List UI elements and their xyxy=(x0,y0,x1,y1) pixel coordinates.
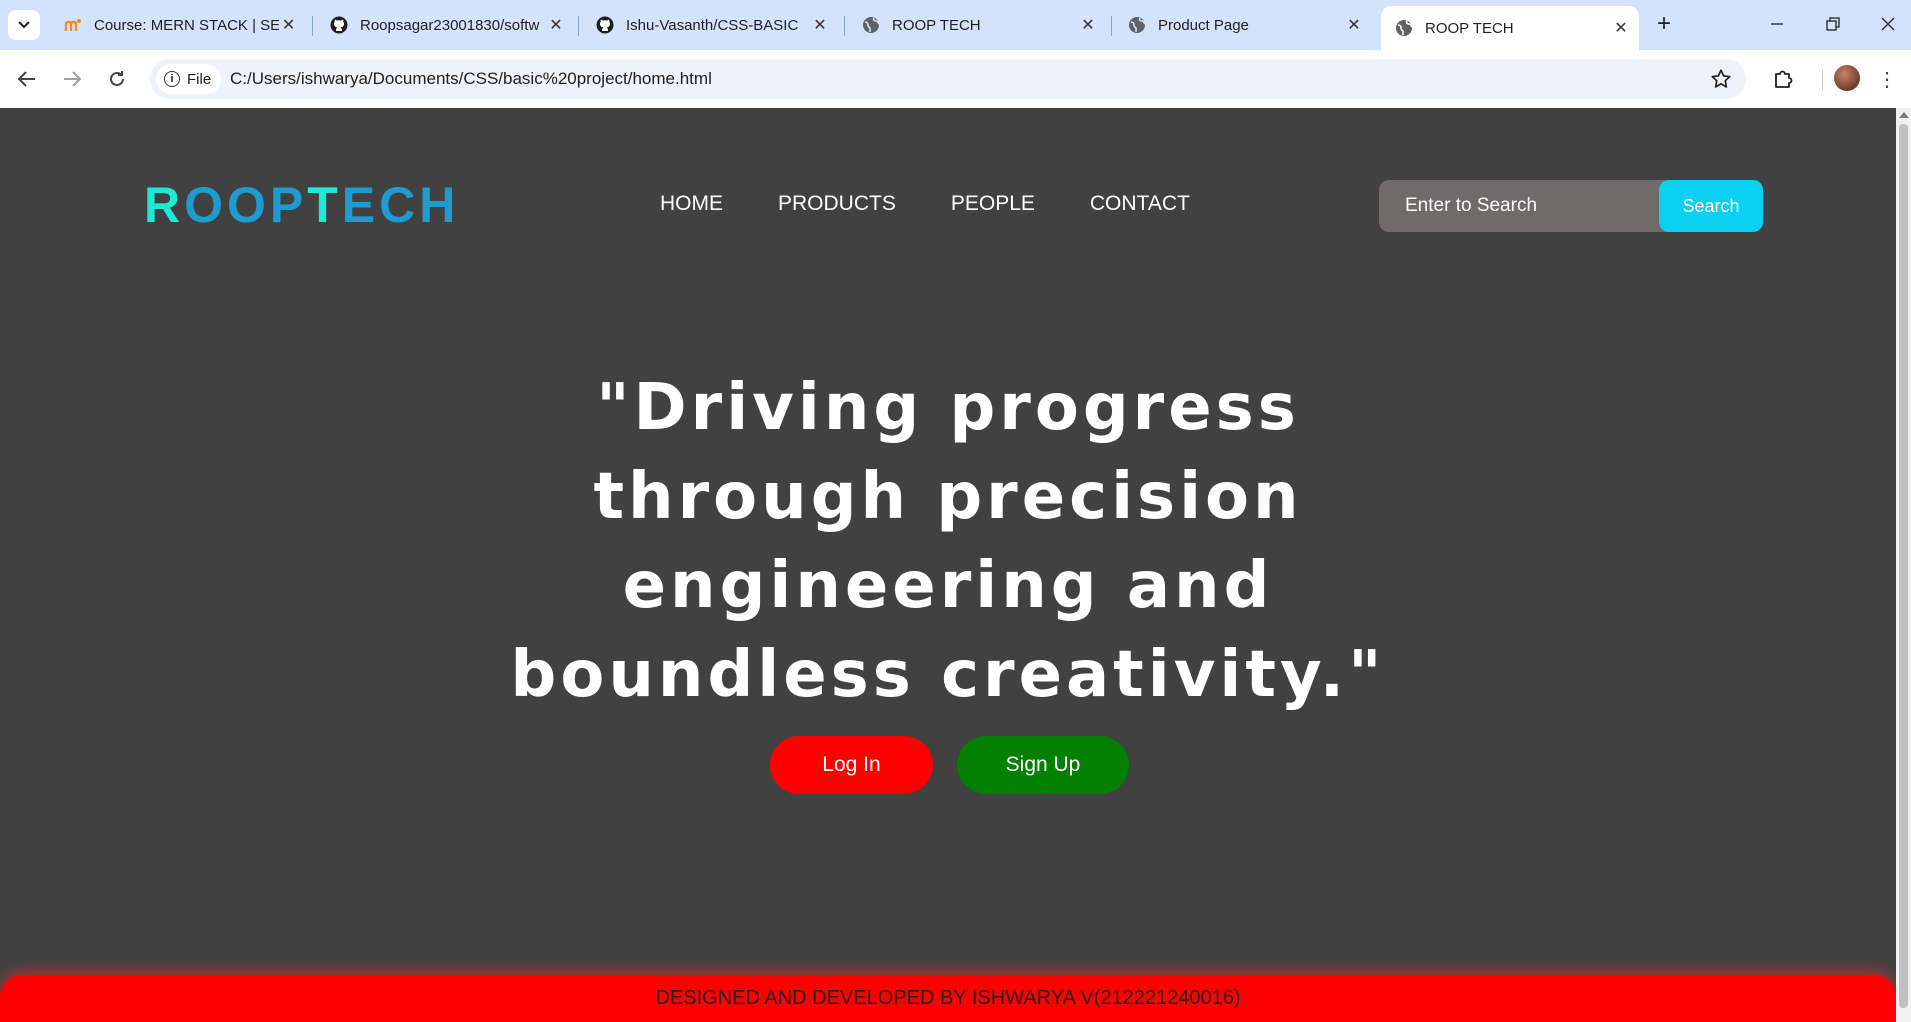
back-button[interactable] xyxy=(10,62,44,96)
nav-contact[interactable]: CONTACT xyxy=(1090,192,1190,216)
github-icon xyxy=(596,16,614,34)
plus-icon: + xyxy=(1656,10,1671,37)
globe-icon xyxy=(1395,19,1413,37)
nav-people[interactable]: PEOPLE xyxy=(951,192,1035,216)
bookmark-star-icon[interactable] xyxy=(1710,68,1732,90)
logo-part: R xyxy=(144,177,185,233)
site-info-chip[interactable]: i File xyxy=(156,64,222,94)
tab-title: ROOP TECH xyxy=(1425,19,1514,37)
browser-tab-bar: Course: MERN STACK | SEC ✕ Roopsagar2300… xyxy=(0,0,1911,50)
minimize-icon xyxy=(1771,23,1783,25)
tab-roop-tech-active[interactable]: ROOP TECH ✕ xyxy=(1381,6,1639,50)
page-scrollbar[interactable] xyxy=(1896,108,1911,1022)
tab-title: Ishu-Vasanth/CSS-BASIC xyxy=(626,16,799,34)
tab-title: ROOP TECH xyxy=(892,16,981,34)
close-icon xyxy=(1881,17,1895,31)
close-icon[interactable]: ✕ xyxy=(279,15,298,35)
nav-products[interactable]: PRODUCTS xyxy=(778,192,896,216)
logo-part: ECH xyxy=(341,177,460,233)
hero-quote: "Driving progress through precision engi… xyxy=(498,364,1398,720)
reload-button[interactable] xyxy=(100,62,134,96)
close-icon[interactable]: ✕ xyxy=(1611,18,1631,38)
hero-line: boundless creativity." xyxy=(510,638,1386,712)
tab-github-roopsagar[interactable]: Roopsagar23001830/softw ✕ xyxy=(316,8,574,42)
scroll-up-arrow-icon[interactable] xyxy=(1899,112,1909,118)
close-icon[interactable]: ✕ xyxy=(810,15,830,35)
search-button[interactable]: Search xyxy=(1659,180,1763,232)
tab-search-button[interactable] xyxy=(8,10,40,40)
globe-icon xyxy=(862,16,880,34)
close-icon[interactable]: ✕ xyxy=(546,15,566,35)
arrow-left-icon xyxy=(18,71,35,87)
site-logo[interactable]: ROOPTECH xyxy=(144,176,459,234)
tab-separator xyxy=(844,16,845,36)
moodle-icon xyxy=(64,16,82,34)
tab-roop-tech-1[interactable]: ROOP TECH ✕ xyxy=(848,8,1106,42)
toolbar-divider xyxy=(1822,70,1823,90)
arrow-right-icon xyxy=(64,71,81,87)
site-footer: DESIGNED AND DEVELOPED BY ISHWARYA V(212… xyxy=(0,975,1896,1022)
tab-github-ishu[interactable]: Ishu-Vasanth/CSS-BASIC ✕ xyxy=(582,8,838,42)
close-window-button[interactable] xyxy=(1870,8,1906,40)
signup-button[interactable]: Sign Up xyxy=(957,736,1129,794)
hero-line: engineering and xyxy=(622,549,1274,623)
puzzle-icon xyxy=(1775,70,1793,88)
search-bar: Search xyxy=(1379,180,1763,232)
tab-mern-course[interactable]: Course: MERN STACK | SEC ✕ xyxy=(50,8,306,42)
restore-button[interactable] xyxy=(1815,8,1851,40)
tab-separator xyxy=(578,16,579,36)
close-icon[interactable]: ✕ xyxy=(1078,15,1098,35)
profile-avatar[interactable] xyxy=(1834,65,1860,91)
new-tab-button[interactable]: + xyxy=(1650,10,1678,38)
hero-line: "Driving progress xyxy=(596,371,1300,445)
scrollbar-thumb[interactable] xyxy=(1899,124,1908,1008)
restore-icon xyxy=(1826,17,1840,31)
login-button[interactable]: Log In xyxy=(770,736,933,794)
chevron-down-icon xyxy=(18,21,30,29)
forward-button[interactable] xyxy=(55,62,89,96)
extensions-button[interactable] xyxy=(1768,63,1800,95)
browser-menu-button[interactable]: ⋮ xyxy=(1876,64,1898,94)
reload-icon xyxy=(110,71,124,86)
tab-separator xyxy=(312,16,313,36)
nav-home[interactable]: HOME xyxy=(660,192,723,216)
tab-separator xyxy=(1111,16,1112,36)
tab-title: Course: MERN STACK | SEC xyxy=(94,16,280,34)
hero-line: through precision xyxy=(593,460,1303,534)
minimize-button[interactable] xyxy=(1759,8,1795,40)
main-nav: HOME PRODUCTS PEOPLE CONTACT xyxy=(660,192,1245,216)
tab-title: Product Page xyxy=(1158,16,1249,34)
search-input[interactable] xyxy=(1379,180,1659,232)
globe-icon xyxy=(1128,16,1146,34)
tab-title: Roopsagar23001830/softw xyxy=(360,16,540,34)
footer-credit: DESIGNED AND DEVELOPED BY ISHWARYA V(212… xyxy=(655,987,1241,1009)
page-content: ROOPTECH HOME PRODUCTS PEOPLE CONTACT Se… xyxy=(0,108,1896,1022)
info-icon: i xyxy=(164,71,180,87)
github-icon xyxy=(330,16,348,34)
address-bar[interactable]: i File C:/Users/ishwarya/Documents/CSS/b… xyxy=(150,59,1746,99)
url-text[interactable]: C:/Users/ishwarya/Documents/CSS/basic%20… xyxy=(230,59,712,99)
tab-product-page[interactable]: Product Page ✕ xyxy=(1114,8,1372,42)
more-vertical-icon: ⋮ xyxy=(1877,68,1897,91)
logo-part: T xyxy=(307,177,342,233)
logo-part: OOP xyxy=(184,177,308,233)
chip-label: File xyxy=(187,70,212,88)
browser-toolbar: i File C:/Users/ishwarya/Documents/CSS/b… xyxy=(0,50,1911,108)
close-icon[interactable]: ✕ xyxy=(1344,15,1364,35)
